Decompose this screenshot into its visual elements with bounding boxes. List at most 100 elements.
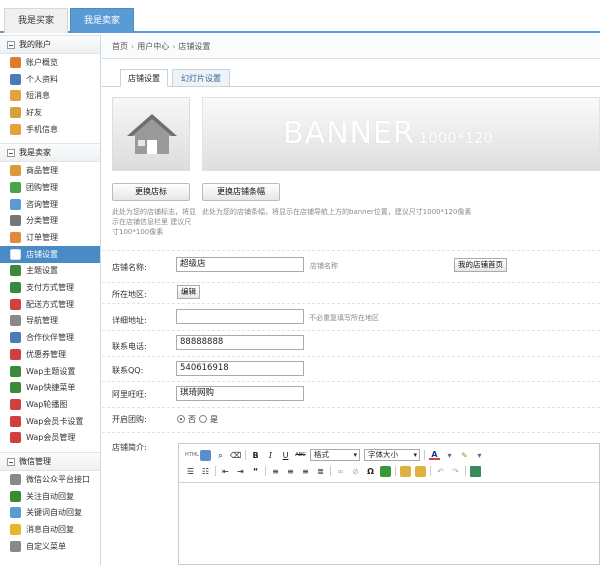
- sidebar-item[interactable]: Wap会员卡设置: [0, 413, 100, 430]
- link-icon[interactable]: ∞: [335, 466, 346, 477]
- divider: [102, 250, 600, 251]
- html-source-icon[interactable]: HTML: [185, 450, 199, 461]
- font-size-select[interactable]: 字体大小: [364, 449, 420, 461]
- collapse-icon[interactable]: [7, 40, 15, 49]
- sidebar-item[interactable]: 账户概览: [0, 54, 100, 71]
- sidebar-item-label: 账户概览: [26, 57, 58, 67]
- sidebar-item[interactable]: Wap快捷菜单: [0, 379, 100, 396]
- sidebar-item[interactable]: Wap主题设置: [0, 363, 100, 380]
- my-store-home-button[interactable]: 我的店铺首页: [454, 258, 507, 272]
- phone-input[interactable]: 88888888: [176, 335, 304, 350]
- eraser-icon[interactable]: ⌫: [230, 450, 241, 461]
- sidebar-item[interactable]: 微信公众平台接口: [0, 471, 100, 488]
- sidebar-item[interactable]: 关注自动回复: [0, 488, 100, 505]
- image-icon: [10, 398, 21, 410]
- unlink-icon[interactable]: ⊘: [350, 466, 361, 477]
- align-right-icon[interactable]: ≡: [300, 466, 311, 477]
- wangwang-input[interactable]: 琪琦网购: [176, 386, 304, 401]
- preview-icon[interactable]: [200, 449, 211, 461]
- change-banner-button[interactable]: 更换店铺条幅: [202, 183, 280, 201]
- sidebar-item[interactable]: 团购管理: [0, 179, 100, 196]
- insert-image-icon[interactable]: [380, 465, 391, 477]
- breadcrumb-home[interactable]: 首页: [112, 42, 128, 51]
- divider: [102, 407, 600, 408]
- highlight-icon[interactable]: ✎: [459, 450, 470, 461]
- sub-tab-bar: 店铺设置 幻灯片设置: [102, 59, 600, 87]
- special-char-icon[interactable]: Ω: [365, 466, 376, 477]
- bold-icon[interactable]: B: [250, 450, 261, 461]
- edit-region-button[interactable]: 编辑: [177, 285, 200, 299]
- store-name-input[interactable]: 超级店: [176, 257, 304, 272]
- sidebar-item[interactable]: 好友: [0, 104, 100, 121]
- collapse-icon[interactable]: [7, 148, 15, 157]
- collapse-icon[interactable]: [7, 457, 15, 466]
- font-color-dropdown-icon[interactable]: ▾: [444, 450, 455, 461]
- font-color-icon[interactable]: A: [429, 450, 440, 460]
- breadcrumb: 首页 › 用户中心 › 店铺设置: [102, 35, 600, 59]
- sidebar-item[interactable]: 优惠券管理: [0, 346, 100, 363]
- region-label: 所在地区:: [112, 290, 147, 299]
- reply-icon: [10, 490, 21, 502]
- sidebar-item[interactable]: 关键词自动回复: [0, 505, 100, 522]
- ordered-list-icon[interactable]: ☷: [200, 466, 211, 477]
- payment-icon: [10, 282, 21, 294]
- tab-slideshow-settings[interactable]: 幻灯片设置: [172, 69, 230, 87]
- change-logo-button[interactable]: 更换店标: [112, 183, 190, 201]
- group-buy-no-label: 否: [188, 415, 196, 424]
- qq-input[interactable]: 540616918: [176, 361, 304, 376]
- sidebar-item-label: 手机信息: [26, 124, 58, 134]
- sidebar-section-header[interactable]: 我是卖家: [0, 143, 100, 163]
- sidebar-item[interactable]: 配送方式管理: [0, 296, 100, 313]
- group-buy-yes-radio[interactable]: [199, 415, 207, 423]
- sidebar-item[interactable]: 支付方式管理: [0, 279, 100, 296]
- sidebar-item-label: 短消息: [26, 91, 50, 101]
- redo-icon[interactable]: ↷: [450, 466, 461, 477]
- align-left-icon[interactable]: ≡: [270, 466, 281, 477]
- align-center-icon[interactable]: ≡: [285, 466, 296, 477]
- undo-icon[interactable]: ↶: [435, 466, 446, 477]
- store-name-label: 店铺名称:: [112, 263, 147, 272]
- format-select[interactable]: 格式: [310, 449, 360, 461]
- sidebar-item[interactable]: 自定义菜单: [0, 538, 100, 555]
- group-buy-no-radio[interactable]: [177, 415, 185, 423]
- sidebar-item[interactable]: 订单管理: [0, 229, 100, 246]
- sidebar-item[interactable]: 导航管理: [0, 313, 100, 330]
- breadcrumb-user-center[interactable]: 用户中心: [137, 42, 169, 51]
- indent-icon[interactable]: ⇥: [235, 466, 246, 477]
- paste-text-icon[interactable]: [415, 465, 426, 477]
- sidebar-item[interactable]: 主题设置: [0, 263, 100, 280]
- sidebar-item[interactable]: 店铺设置: [0, 245, 100, 263]
- unordered-list-icon[interactable]: ☰: [185, 466, 196, 477]
- sidebar-item[interactable]: 咨询管理: [0, 196, 100, 213]
- sidebar-item[interactable]: 手机信息: [0, 121, 100, 138]
- sidebar-item[interactable]: 合作伙伴管理: [0, 329, 100, 346]
- sidebar-item[interactable]: 个人资料: [0, 71, 100, 88]
- sidebar-item[interactable]: 分类管理: [0, 213, 100, 230]
- italic-icon[interactable]: I: [265, 450, 276, 461]
- tab-store-settings[interactable]: 店铺设置: [120, 69, 168, 87]
- sidebar-item[interactable]: Wap轮播图: [0, 396, 100, 413]
- outdent-icon[interactable]: ⇤: [220, 466, 231, 477]
- address-input[interactable]: [176, 309, 304, 324]
- coupon-icon: [10, 348, 21, 360]
- highlight-dropdown-icon[interactable]: ▾: [474, 450, 485, 461]
- underline-icon[interactable]: U: [280, 450, 291, 461]
- find-icon[interactable]: ⌕: [215, 450, 226, 461]
- sidebar-section-header[interactable]: 我的账户: [0, 35, 100, 54]
- align-justify-icon[interactable]: ≣: [315, 466, 326, 477]
- sidebar-item[interactable]: 消息自动回复: [0, 521, 100, 538]
- sidebar-section-header[interactable]: 微信管理: [0, 452, 100, 472]
- editor-content-area[interactable]: [179, 482, 599, 564]
- tab-seller[interactable]: 我是卖家: [70, 8, 134, 33]
- paste-icon[interactable]: [400, 465, 411, 477]
- sidebar-item[interactable]: Wap会员管理: [0, 429, 100, 446]
- store-name-note: 店铺名称: [310, 262, 338, 270]
- sidebar-item[interactable]: 商品管理: [0, 162, 100, 179]
- table-icon[interactable]: [470, 465, 481, 477]
- strikethrough-icon[interactable]: ABC: [295, 450, 306, 461]
- blockquote-icon[interactable]: “: [250, 466, 261, 477]
- address-label: 详细地址:: [112, 316, 147, 325]
- box-icon: [10, 165, 21, 177]
- tab-buyer[interactable]: 我是买家: [4, 8, 68, 33]
- sidebar-item[interactable]: 短消息: [0, 87, 100, 104]
